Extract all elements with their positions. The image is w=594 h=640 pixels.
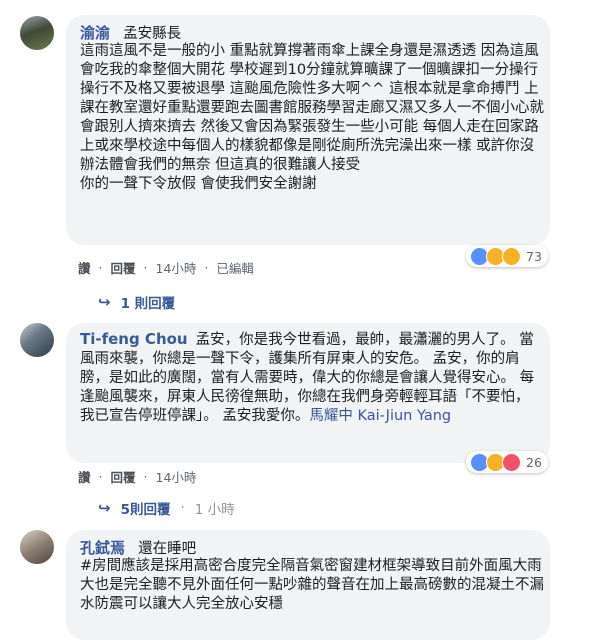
reply-link[interactable]: 回覆 xyxy=(111,467,136,486)
reply-arrow-icon: ↪ xyxy=(98,293,111,311)
reaction-count: 26 xyxy=(526,454,542,470)
view-replies-link[interactable]: ↪ 5則回覆 · 1 小時 xyxy=(98,498,235,518)
comment-text: #房間應該是採用高密合度完全隔音氣密窗建材框架導致目前外面風大雨大也是完全聽不見… xyxy=(80,558,544,612)
wow-icon xyxy=(502,246,521,266)
avatar[interactable] xyxy=(20,530,54,564)
comment-author[interactable]: 孔鉽焉 xyxy=(80,539,125,557)
avatar[interactable] xyxy=(20,16,54,50)
mention-link[interactable]: 馬耀中 Kai-Jiun Yang xyxy=(309,408,451,424)
comment-text: 這雨這風不是一般的小 重點就算撐著雨傘上課全身還是濕透透 因為這風會吃我的傘整個… xyxy=(80,43,544,192)
comment-header: 孔鉽焉 還在睡吧 xyxy=(80,537,540,558)
comment-timestamp[interactable]: 14小時 xyxy=(156,467,197,486)
reply-link[interactable]: 回覆 xyxy=(111,258,136,277)
comment-timestamp[interactable]: 14小時 xyxy=(156,258,197,277)
reaction-summary[interactable]: 73 xyxy=(466,245,548,267)
like-link[interactable]: 讚 xyxy=(78,258,91,277)
replies-timestamp: 1 小時 xyxy=(194,502,235,518)
comment-actions: 讚 · 回覆 · 14小時 · 已編輯 xyxy=(78,258,254,277)
comment-first-line: 還在睡吧 xyxy=(138,541,197,557)
comment-text: Ti-feng Chou 孟安，你是我今世看過，最帥，最瀟灑的男人了。 當風雨來襲… xyxy=(80,330,535,424)
like-link[interactable]: 讚 xyxy=(78,467,91,486)
edited-label[interactable]: 已編輯 xyxy=(216,258,254,277)
reply-arrow-icon: ↪ xyxy=(98,499,111,517)
comment-actions: 讚 · 回覆 · 14小時 xyxy=(78,467,197,486)
love-icon xyxy=(502,452,521,472)
comment-header: 渝渝 孟安縣長 xyxy=(80,22,540,43)
reaction-count: 73 xyxy=(526,248,542,264)
comment-author[interactable]: 渝渝 xyxy=(80,24,110,42)
comment-author[interactable]: Ti-feng Chou xyxy=(80,330,188,348)
view-replies-link[interactable]: ↪ 1 則回覆 xyxy=(98,292,175,312)
reaction-summary[interactable]: 26 xyxy=(466,451,548,473)
avatar[interactable] xyxy=(20,323,54,357)
comment-author-tag: 孟安縣長 xyxy=(123,26,182,42)
